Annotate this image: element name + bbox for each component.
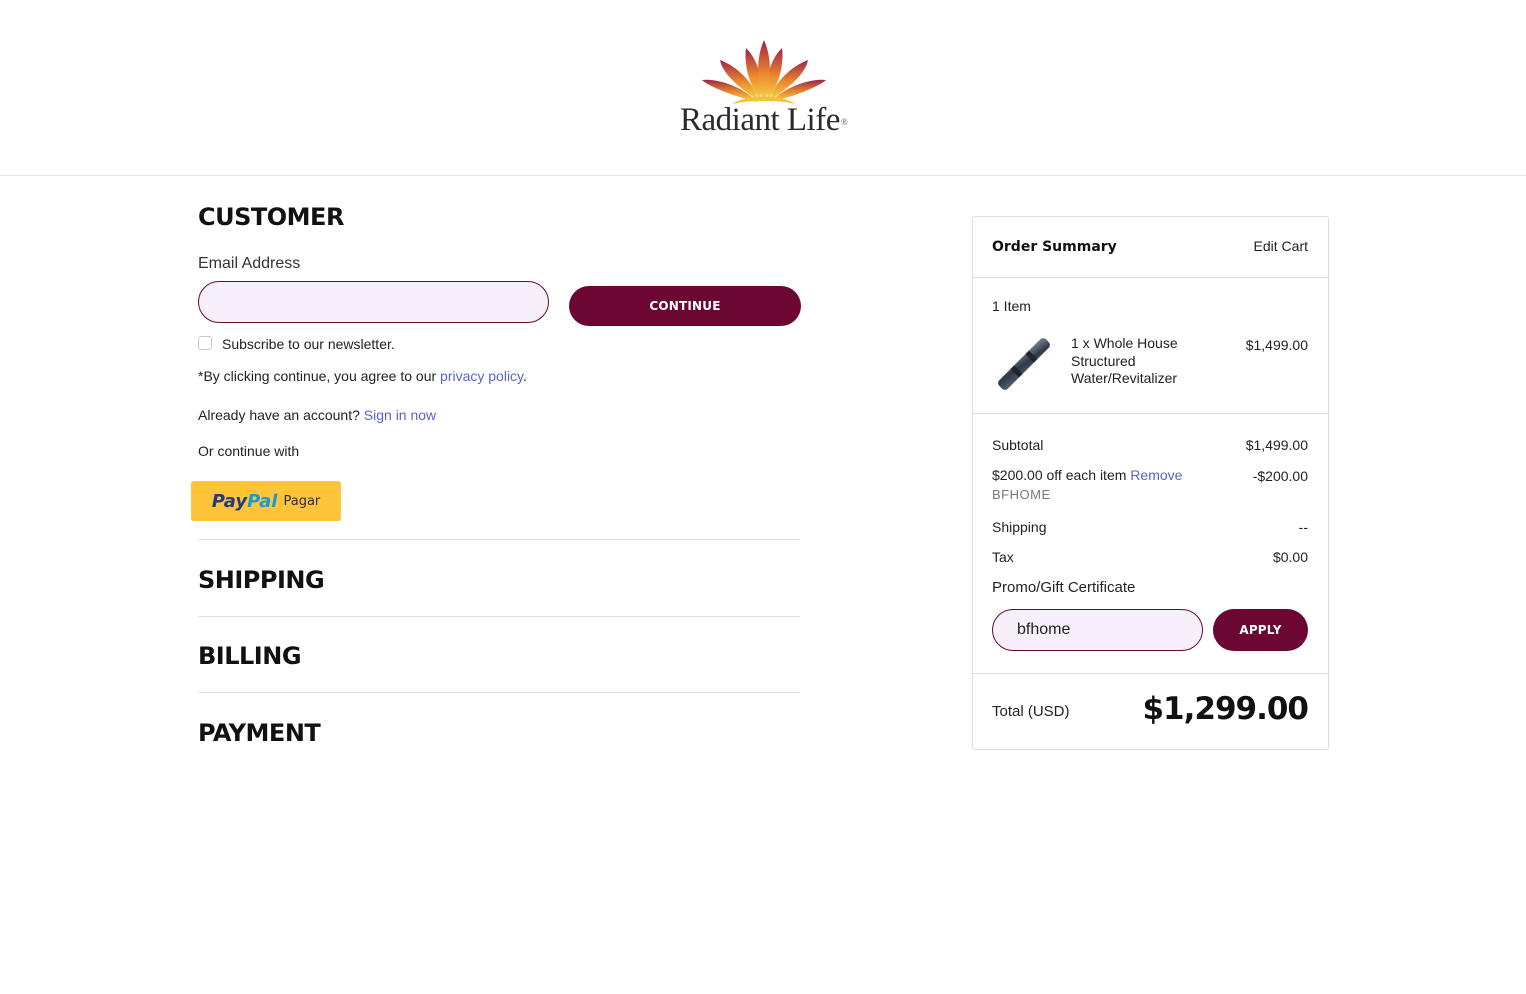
radiant-life-logo[interactable]: Radiant Life® <box>676 38 852 142</box>
section-divider <box>198 692 800 693</box>
account-prompt: Already have an account? Sign in now <box>198 407 437 423</box>
shipping-label: Shipping <box>992 519 1047 535</box>
privacy-policy-link[interactable]: privacy policy <box>440 368 523 384</box>
paypal-icon: PayPal <box>211 490 278 512</box>
section-divider <box>198 616 800 617</box>
paypal-button[interactable]: PayPal Pagar <box>191 481 341 521</box>
email-label: Email Address <box>198 255 301 272</box>
paypal-action-label: Pagar <box>283 493 321 509</box>
email-field[interactable] <box>198 281 549 323</box>
total-label: Total (USD) <box>992 703 1070 720</box>
section-divider <box>198 539 800 540</box>
discount-label: $200.00 off each item Remove <box>992 467 1183 483</box>
shipping-value: -- <box>1298 519 1308 535</box>
lotus-icon <box>702 40 826 104</box>
customer-section-title: CUSTOMER <box>198 203 344 231</box>
subtotal-label: Subtotal <box>992 437 1044 453</box>
sign-in-link[interactable]: Sign in now <box>364 407 436 423</box>
summary-divider <box>973 673 1328 674</box>
summary-divider <box>973 277 1328 278</box>
total-value: $1,299.00 <box>1142 691 1309 727</box>
newsletter-checkbox[interactable] <box>198 336 212 350</box>
apply-button[interactable]: APPLY <box>1213 609 1308 651</box>
newsletter-label[interactable]: Subscribe to our newsletter. <box>222 336 395 352</box>
product-image <box>998 338 1050 390</box>
or-continue-with-label: Or continue with <box>198 443 300 459</box>
summary-divider <box>973 413 1328 414</box>
privacy-agreement-text: *By clicking continue, you agree to our … <box>198 368 527 384</box>
payment-section-title[interactable]: PAYMENT <box>198 719 321 747</box>
tax-value: $0.00 <box>1272 549 1308 565</box>
subtotal-value: $1,499.00 <box>1245 437 1308 453</box>
edit-cart-link[interactable]: Edit Cart <box>1254 238 1308 254</box>
discount-value: -$200.00 <box>1252 468 1308 484</box>
logo-wordmark: Radiant Life® <box>680 102 848 138</box>
discount-code: BFHOME <box>992 487 1051 502</box>
continue-button[interactable]: CONTINUE <box>569 286 801 326</box>
order-summary-title: Order Summary <box>992 239 1117 255</box>
site-header: Radiant Life® <box>0 0 1526 176</box>
product-name: 1 x Whole House Structured Water/Revital… <box>1071 335 1178 386</box>
promo-gift-certificate-link[interactable]: Promo/Gift Certificate <box>992 579 1135 596</box>
billing-section-title[interactable]: BILLING <box>198 642 302 670</box>
product-price: $1,499.00 <box>1245 337 1308 353</box>
shipping-section-title[interactable]: SHIPPING <box>198 566 325 594</box>
promo-code-input[interactable] <box>992 609 1203 651</box>
item-count: 1 Item <box>992 298 1031 314</box>
remove-discount-link[interactable]: Remove <box>1130 467 1182 483</box>
order-summary-panel: Order Summary Edit Cart 1 Item 1 x Whole… <box>972 216 1329 750</box>
tax-label: Tax <box>992 549 1014 565</box>
